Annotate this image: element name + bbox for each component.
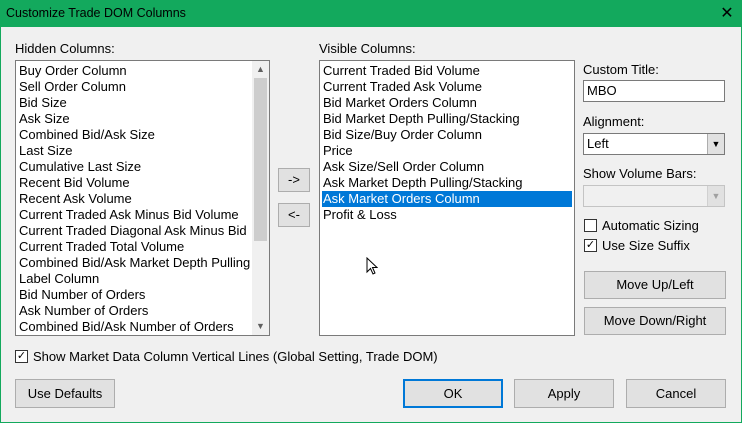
mouse-cursor-icon bbox=[366, 257, 378, 275]
list-item[interactable]: Price bbox=[322, 143, 572, 159]
hidden-columns-items: Buy Order Column Sell Order Column Bid Siz… bbox=[18, 63, 250, 335]
close-icon[interactable]: ✕ bbox=[712, 0, 742, 27]
checkbox-box[interactable] bbox=[584, 219, 597, 232]
list-item[interactable]: Current Traded Total Volume bbox=[18, 239, 250, 255]
list-item[interactable]: Recent Bid Volume bbox=[18, 175, 250, 191]
use-defaults-button[interactable]: Use Defaults bbox=[15, 379, 115, 408]
scroll-down-icon[interactable]: ▼ bbox=[252, 318, 269, 335]
list-item[interactable]: Cumulative Last Size bbox=[18, 159, 250, 175]
checkbox-box[interactable]: ✓ bbox=[584, 239, 597, 252]
hidden-columns-label: Hidden Columns: bbox=[15, 41, 115, 56]
chevron-down-icon[interactable]: ▼ bbox=[707, 134, 724, 154]
list-item[interactable]: Bid Size/Buy Order Column bbox=[322, 127, 572, 143]
list-item[interactable]: Combined Bid/Ask Number of Orders bbox=[18, 319, 250, 335]
vertical-lines-label: Show Market Data Column Vertical Lines (… bbox=[33, 349, 438, 364]
list-item[interactable]: Ask Size bbox=[18, 111, 250, 127]
move-down-button[interactable]: Move Down/Right bbox=[584, 307, 726, 335]
list-item[interactable]: Ask Size/Sell Order Column bbox=[322, 159, 572, 175]
scroll-thumb[interactable] bbox=[254, 78, 267, 241]
list-item[interactable]: Ask Market Depth Pulling/Stacking bbox=[322, 175, 572, 191]
checkbox-box[interactable]: ✓ bbox=[15, 350, 28, 363]
visible-columns-list[interactable]: Current Traded Bid Volume Current Traded … bbox=[319, 60, 575, 336]
chevron-down-icon[interactable]: ▼ bbox=[707, 186, 724, 206]
cancel-button[interactable]: Cancel bbox=[626, 379, 726, 408]
list-item[interactable]: Last Size bbox=[18, 143, 250, 159]
custom-title-input[interactable]: MBO bbox=[583, 80, 725, 102]
vertical-lines-checkbox[interactable]: ✓ Show Market Data Column Vertical Lines… bbox=[15, 349, 438, 364]
list-item[interactable]: Combined Bid/Ask Market Depth Pulling bbox=[18, 255, 250, 271]
volume-bars-select[interactable]: ▼ bbox=[583, 185, 725, 207]
list-item[interactable]: Sell Order Column bbox=[18, 79, 250, 95]
apply-button[interactable]: Apply bbox=[514, 379, 614, 408]
list-item[interactable]: Current Traded Ask Minus Bid Volume bbox=[18, 207, 250, 223]
alignment-label: Alignment: bbox=[583, 114, 645, 129]
custom-title-label: Custom Title: bbox=[583, 62, 659, 77]
automatic-sizing-label: Automatic Sizing bbox=[602, 218, 699, 233]
title-bar: Customize Trade DOM Columns ✕ bbox=[0, 0, 742, 27]
list-item[interactable]: Current Traded Diagonal Ask Minus Bid bbox=[18, 223, 250, 239]
scroll-up-icon[interactable]: ▲ bbox=[252, 61, 269, 78]
list-item[interactable]: Recent Ask Volume bbox=[18, 191, 250, 207]
hidden-columns-scrollbar[interactable]: ▲ ▼ bbox=[252, 61, 269, 335]
list-item[interactable]: Ask Number of Orders bbox=[18, 303, 250, 319]
alignment-value: Left bbox=[587, 136, 609, 151]
window-title: Customize Trade DOM Columns bbox=[6, 6, 186, 20]
list-item[interactable]: Bid Size bbox=[18, 95, 250, 111]
hidden-columns-list[interactable]: Buy Order Column Sell Order Column Bid Siz… bbox=[15, 60, 270, 336]
visible-columns-items: Current Traded Bid Volume Current Traded … bbox=[322, 63, 572, 223]
automatic-sizing-checkbox[interactable]: Automatic Sizing bbox=[584, 218, 699, 233]
list-item[interactable]: Buy Order Column bbox=[18, 63, 250, 79]
volume-bars-label: Show Volume Bars: bbox=[583, 166, 697, 181]
alignment-select[interactable]: Left ▼ bbox=[583, 133, 725, 155]
ok-button[interactable]: OK bbox=[403, 379, 503, 408]
list-item[interactable]: Bid Number of Orders bbox=[18, 287, 250, 303]
list-item[interactable]: Combined Bid/Ask Size bbox=[18, 127, 250, 143]
remove-column-button[interactable]: <- bbox=[278, 203, 310, 227]
list-item[interactable]: Bid Market Orders Column bbox=[322, 95, 572, 111]
list-item[interactable]: Current Traded Ask Volume bbox=[322, 79, 572, 95]
list-item[interactable]: Label Column bbox=[18, 271, 250, 287]
list-item[interactable]: Bid Market Depth Pulling/Stacking bbox=[322, 111, 572, 127]
size-suffix-label: Use Size Suffix bbox=[602, 238, 690, 253]
move-up-button[interactable]: Move Up/Left bbox=[584, 271, 726, 299]
list-item[interactable]: Current Traded Bid Volume bbox=[322, 63, 572, 79]
size-suffix-checkbox[interactable]: ✓ Use Size Suffix bbox=[584, 238, 690, 253]
list-item[interactable]: Profit & Loss bbox=[322, 207, 572, 223]
list-item[interactable]: Ask Market Orders Column bbox=[322, 191, 572, 207]
visible-columns-label: Visible Columns: bbox=[319, 41, 416, 56]
add-column-button[interactable]: -> bbox=[278, 168, 310, 192]
